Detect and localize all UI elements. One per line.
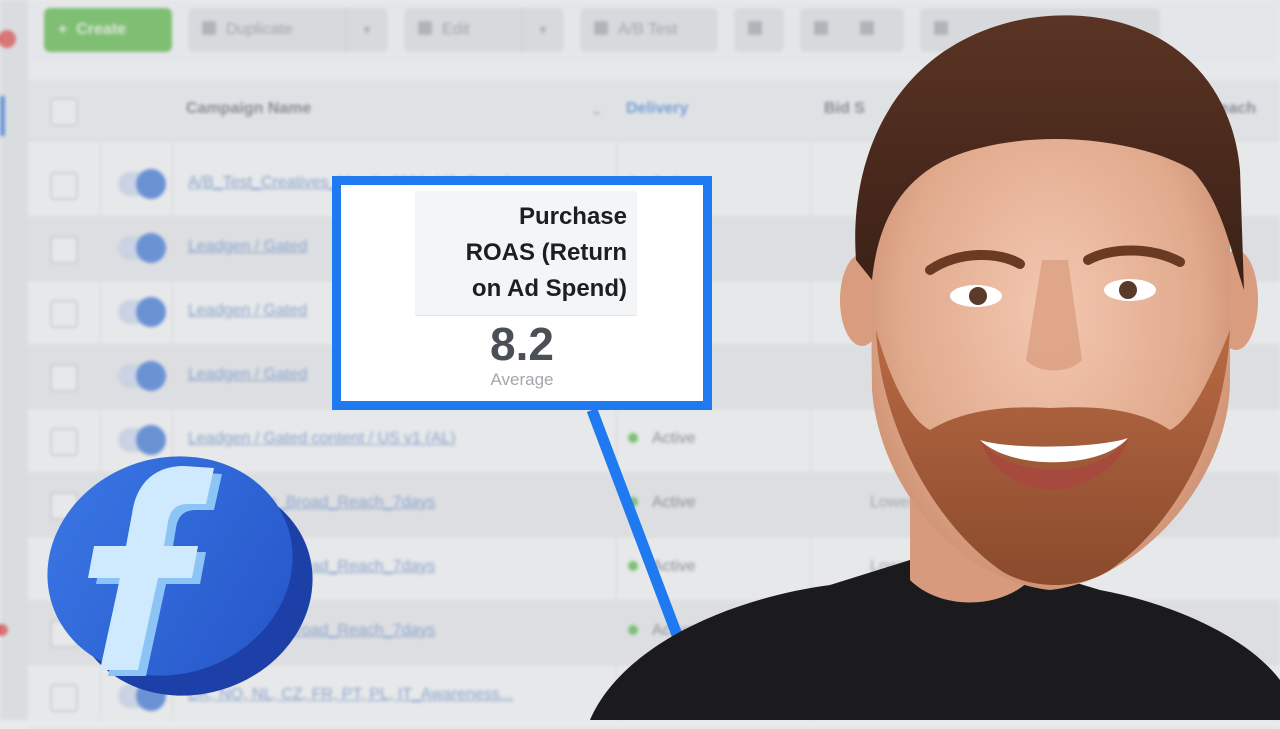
select-all-checkbox[interactable] <box>50 98 78 126</box>
duplicate-icon <box>202 21 216 35</box>
toggle-knob <box>136 361 166 391</box>
duplicate-button[interactable]: Duplicate ▼ <box>188 8 388 52</box>
campaign-toggle[interactable] <box>118 169 166 199</box>
row-checkbox[interactable] <box>50 172 78 200</box>
pencil-icon <box>418 21 432 35</box>
chevron-down-icon[interactable]: ▼ <box>521 8 564 52</box>
campaign-toggle[interactable] <box>118 297 166 327</box>
row-checkbox[interactable] <box>50 300 78 328</box>
presenter-photo <box>590 15 1280 720</box>
row-checkbox[interactable] <box>50 236 78 264</box>
edit-button[interactable]: Edit ▼ <box>404 8 564 52</box>
active-nav-indicator <box>0 96 5 136</box>
facebook-logo-icon <box>47 456 313 696</box>
create-button[interactable]: + Create <box>44 8 172 52</box>
campaign-toggle[interactable] <box>118 233 166 263</box>
campaign-name-link[interactable]: Leadgen / Gated <box>188 238 307 256</box>
notification-badge <box>0 30 16 48</box>
left-nav-rail <box>0 0 29 720</box>
campaign-name-header[interactable]: Campaign Name <box>186 100 311 118</box>
campaign-name-link[interactable]: Leadgen / Gated <box>188 302 307 320</box>
plus-icon: + <box>58 21 77 38</box>
chevron-down-icon[interactable]: ▼ <box>345 8 388 52</box>
toggle-knob <box>136 169 166 199</box>
row-checkbox[interactable] <box>50 364 78 392</box>
notification-badge <box>0 624 8 636</box>
toggle-knob <box>136 297 166 327</box>
campaign-name-link[interactable]: Leadgen / Gated <box>188 366 307 384</box>
toggle-knob <box>136 233 166 263</box>
campaign-toggle[interactable] <box>118 361 166 391</box>
